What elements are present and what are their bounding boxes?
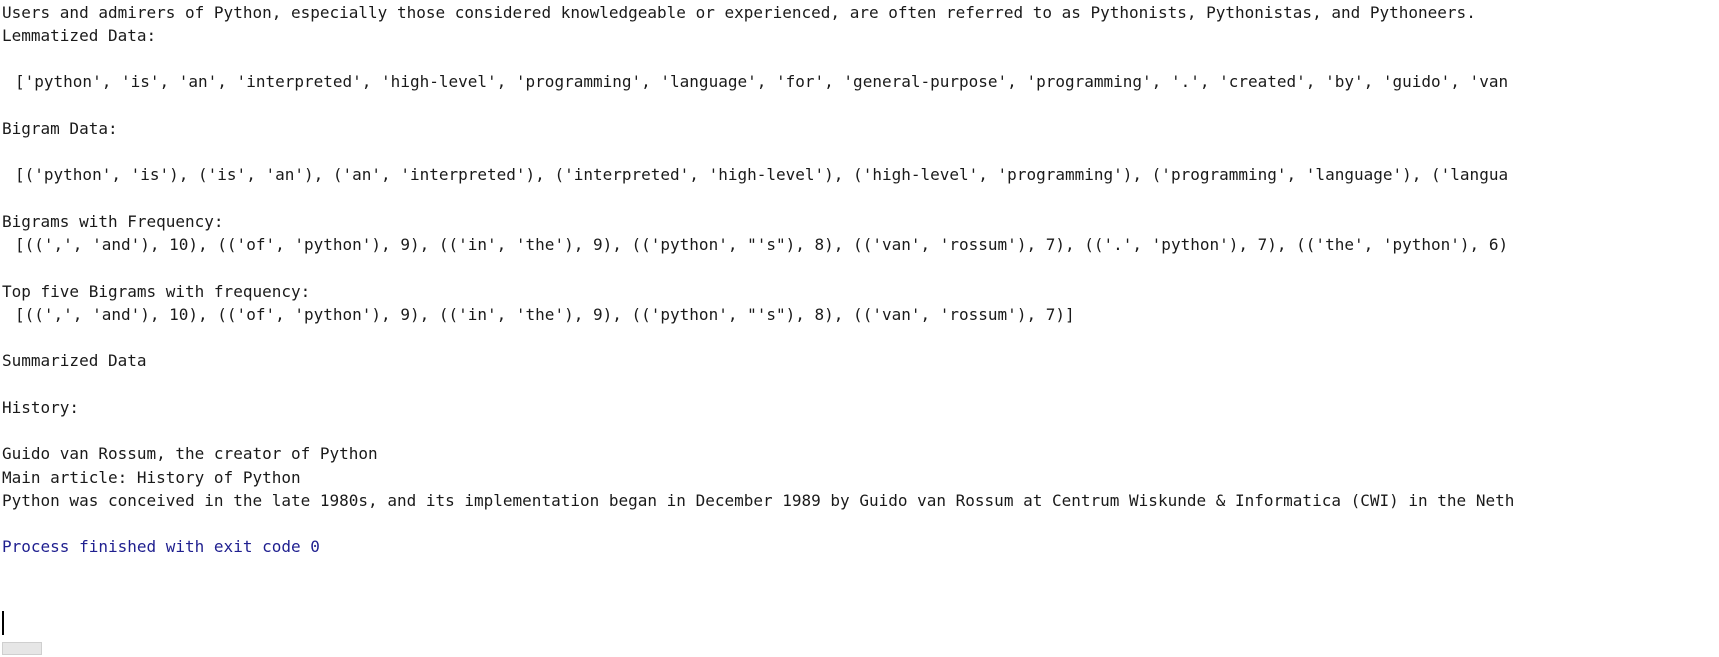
run-console-output[interactable]: Users and admirers of Python, especially…: [0, 0, 1719, 657]
lemmatized-data-value: ['python', 'is', 'an', 'interpreted', 'h…: [15, 72, 1509, 91]
lemmatized-data-label: Lemmatized Data:: [2, 26, 157, 45]
top-five-bigrams-label: Top five Bigrams with frequency:: [2, 282, 311, 301]
history-heading: History:: [2, 398, 80, 417]
exit-code-message: Process finished with exit code 0: [2, 537, 320, 556]
history-text: Python was conceived in the late 1980s, …: [2, 491, 1515, 510]
main-article-line: Main article: History of Python: [2, 468, 301, 487]
summarized-data-label: Summarized Data: [2, 351, 147, 370]
text-caret: [2, 611, 4, 635]
bigram-data-value: [('python', 'is'), ('is', 'an'), ('an', …: [15, 165, 1509, 184]
bigram-frequency-value: [((',', 'and'), 10), (('of', 'python'), …: [15, 235, 1509, 254]
bigram-frequency-label: Bigrams with Frequency:: [2, 212, 224, 231]
console-line-intro: Users and admirers of Python, especially…: [2, 3, 1476, 22]
top-five-bigrams-value: [((',', 'and'), 10), (('of', 'python'), …: [15, 305, 1075, 324]
horizontal-scrollbar-thumb[interactable]: [2, 642, 42, 655]
bigram-data-label: Bigram Data:: [2, 119, 118, 138]
guido-caption: Guido van Rossum, the creator of Python: [2, 444, 378, 463]
